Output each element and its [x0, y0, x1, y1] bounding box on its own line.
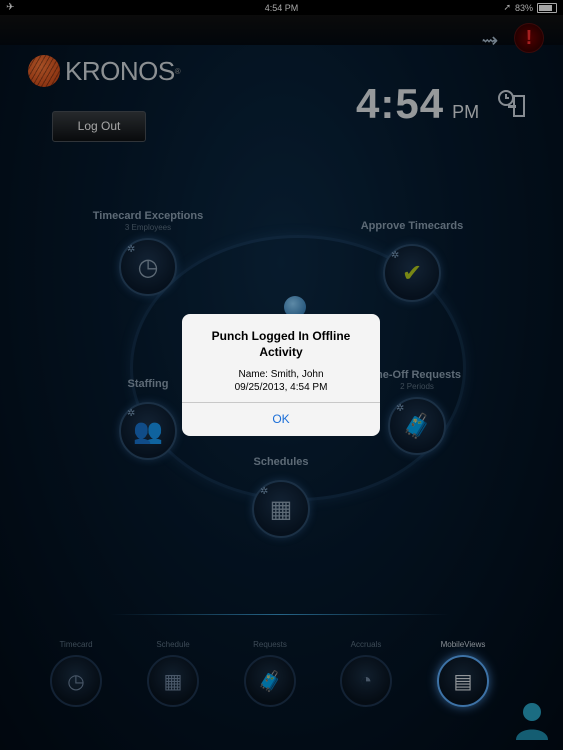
alert-name-line: Name: Smith, John: [238, 369, 324, 380]
alert-message: Name: Smith, John 09/25/2013, 4:54 PM: [182, 368, 380, 394]
ok-button[interactable]: OK: [182, 403, 380, 436]
alert-datetime-line: 09/25/2013, 4:54 PM: [234, 382, 328, 393]
offline-punch-alert: Punch Logged In Offline Activity Name: S…: [182, 314, 380, 436]
alert-title: Punch Logged In Offline Activity: [211, 329, 351, 359]
